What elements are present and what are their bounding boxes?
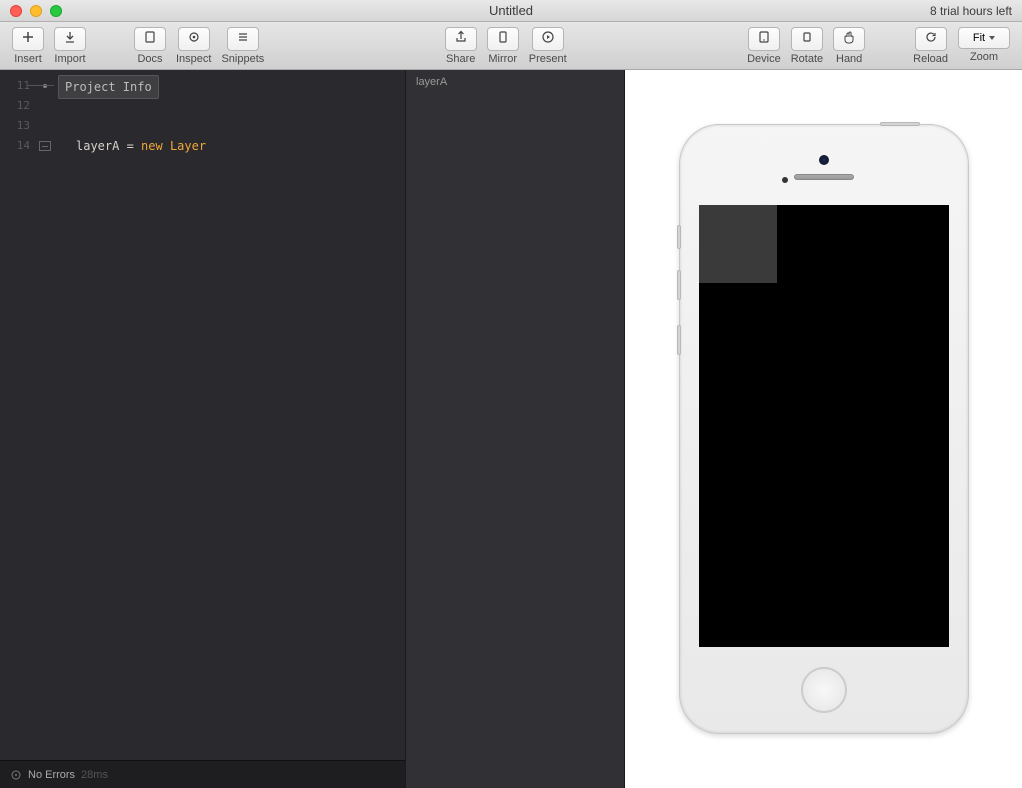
crosshair-icon (10, 769, 22, 781)
reload-label: Reload (913, 53, 948, 65)
docs-label: Docs (137, 53, 162, 65)
share-button[interactable]: Share (441, 27, 481, 65)
code-class: Layer (170, 139, 206, 153)
layer-item[interactable]: layerA (406, 70, 624, 94)
list-icon (236, 30, 250, 47)
plus-icon (21, 30, 35, 47)
snippets-button[interactable]: Snippets (217, 27, 268, 65)
reload-icon (924, 30, 938, 47)
share-icon (454, 30, 468, 47)
mirror-label: Mirror (488, 53, 517, 65)
device-volume-up (677, 270, 681, 300)
main-content: 11 12 13 14 Project Info la (0, 70, 1022, 788)
docs-button[interactable]: Docs (130, 27, 170, 65)
window-title: Untitled (0, 3, 1022, 18)
device-camera (819, 155, 829, 165)
hand-label: Hand (836, 53, 862, 65)
import-button[interactable]: Import (50, 27, 90, 65)
device-sensor (782, 177, 788, 183)
code-area[interactable]: Project Info layerA = new Layer (56, 70, 405, 760)
inspect-button[interactable]: Inspect (172, 27, 215, 65)
device-speaker (794, 174, 854, 180)
zoom-value: Fit (973, 32, 985, 44)
project-info-chip[interactable]: Project Info (58, 75, 159, 99)
preview-layer-a[interactable] (699, 205, 777, 283)
present-label: Present (529, 53, 567, 65)
preview-pane[interactable] (625, 70, 1022, 788)
editor-pane: 11 12 13 14 Project Info la (0, 70, 405, 788)
mirror-button[interactable]: Mirror (483, 27, 523, 65)
hand-icon (842, 30, 856, 47)
play-icon (541, 30, 555, 47)
snippets-label: Snippets (221, 53, 264, 65)
status-bar: No Errors 28ms (0, 760, 405, 788)
zoom-label: Zoom (970, 51, 998, 63)
code-operator: = (119, 139, 141, 153)
insert-label: Insert (14, 53, 42, 65)
insert-button[interactable]: Insert (8, 27, 48, 65)
line-number-gutter: 11 12 13 14 (0, 70, 34, 760)
trial-status: 8 trial hours left (930, 4, 1012, 18)
device-frame (679, 124, 969, 734)
fold-box-icon[interactable] (39, 141, 51, 151)
window-titlebar: Untitled 8 trial hours left (0, 0, 1022, 22)
phone-icon (496, 30, 510, 47)
device-top (680, 125, 968, 205)
device-screen[interactable] (699, 205, 949, 647)
download-icon (63, 30, 77, 47)
fold-gutter (34, 70, 56, 760)
book-icon (143, 30, 157, 47)
rotate-button[interactable]: Rotate (787, 27, 827, 65)
hand-button[interactable]: Hand (829, 27, 869, 65)
device-volume-down (677, 325, 681, 355)
device-label: Device (747, 53, 781, 65)
target-icon (187, 30, 201, 47)
device-home-button (801, 667, 847, 713)
device-button[interactable]: Device (743, 27, 785, 65)
import-label: Import (54, 53, 85, 65)
rotate-icon (800, 30, 814, 47)
inspect-label: Inspect (176, 53, 211, 65)
code-variable: layerA (76, 139, 119, 153)
device-mute-switch (677, 225, 681, 249)
timing-label: 28ms (81, 769, 108, 781)
device-icon (757, 30, 771, 47)
code-keyword: new (141, 139, 170, 153)
present-button[interactable]: Present (525, 27, 571, 65)
layer-panel: layerA (405, 70, 625, 788)
zoom-select[interactable]: Fit Zoom (954, 27, 1014, 65)
chevron-down-icon (989, 36, 995, 40)
reload-button[interactable]: Reload (909, 27, 952, 65)
toolbar: Insert Import Docs Inspect Snippets Shar… (0, 22, 1022, 70)
rotate-label: Rotate (791, 53, 823, 65)
share-label: Share (446, 53, 475, 65)
errors-label: No Errors (28, 769, 75, 781)
code-editor[interactable]: 11 12 13 14 Project Info la (0, 70, 405, 760)
